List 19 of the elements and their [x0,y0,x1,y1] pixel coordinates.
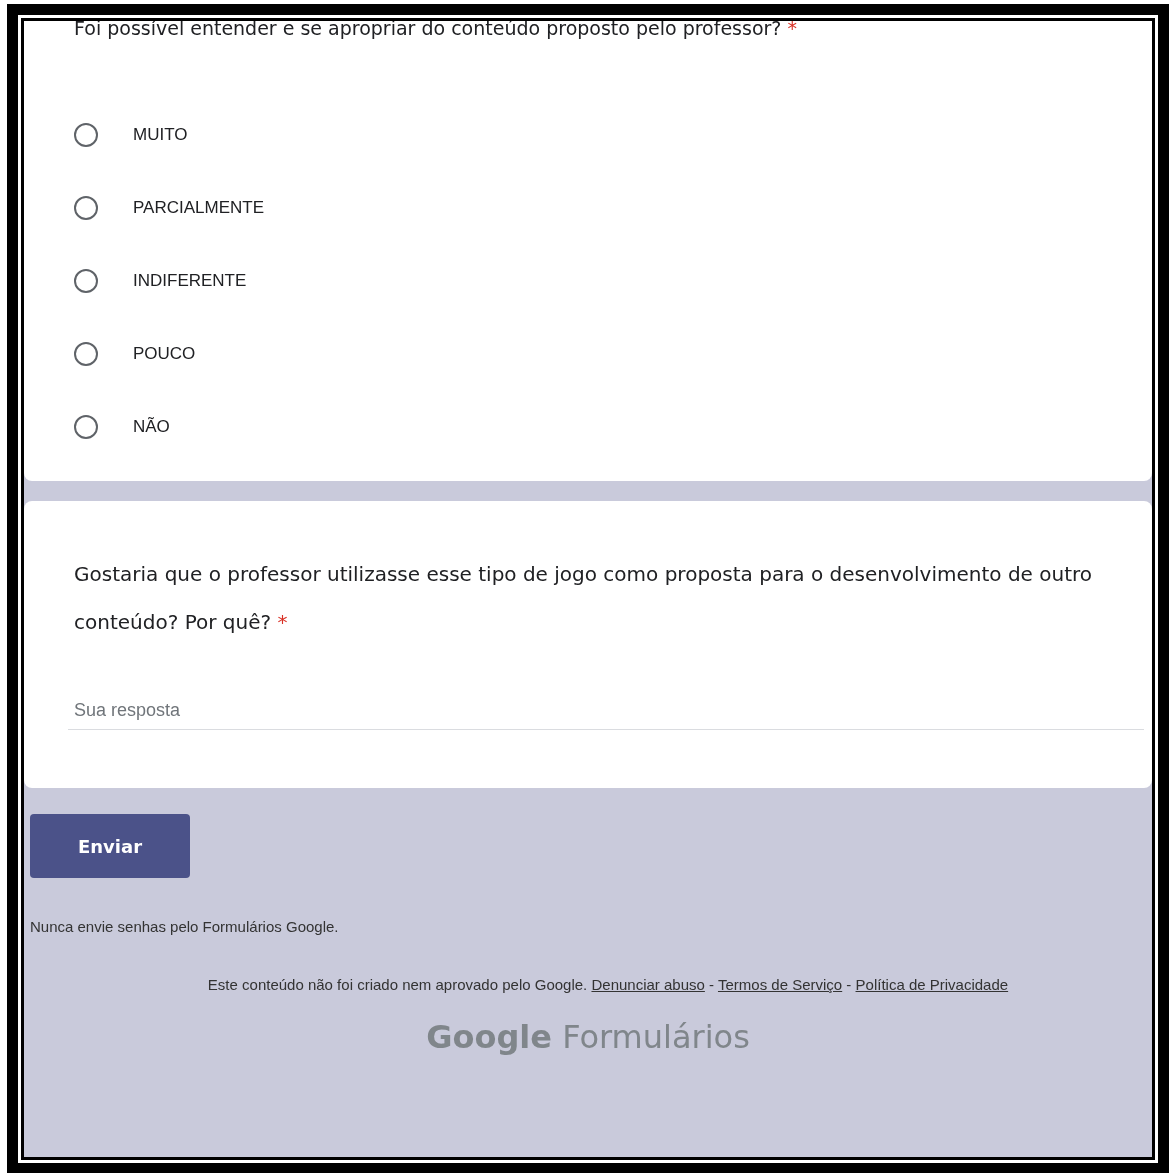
option-label: MUITO [133,124,188,145]
option-label: NÃO [133,416,170,437]
question-title: Gostaria que o professor utilizasse esse tipo de jogo como proposta para o desenvolvimento de outro conteúdo? Por quê? * [74,561,1094,636]
google-forms-logo: Google Formulários [425,1018,751,1056]
option-label: PARCIALMENTE [133,197,264,218]
radio-button[interactable] [74,268,98,293]
footer-link[interactable]: Denunciar abuso [591,976,705,993]
footer-link[interactable]: Termos de Serviço [717,976,843,993]
submit-button[interactable]: Enviar [30,814,190,878]
radio-button[interactable] [74,341,98,366]
footer-link[interactable]: Política de Privacidade [855,976,1009,993]
footer-notice: Este conteúdo não foi criado nem aprovado pelo Google. Denunciar abuso - Termos de Serviço - Política de Privacidade [206,975,1010,995]
option-label: POUCO [133,343,196,364]
option-label: INDIFERENTE [133,270,247,291]
password-warning: Nunca envie senhas pelo Formulários Google. [30,918,340,935]
radio-button[interactable] [74,414,98,439]
radio-button[interactable] [74,195,98,220]
answer-field[interactable]: Sua resposta [68,692,1144,730]
radio-button[interactable] [74,122,98,147]
